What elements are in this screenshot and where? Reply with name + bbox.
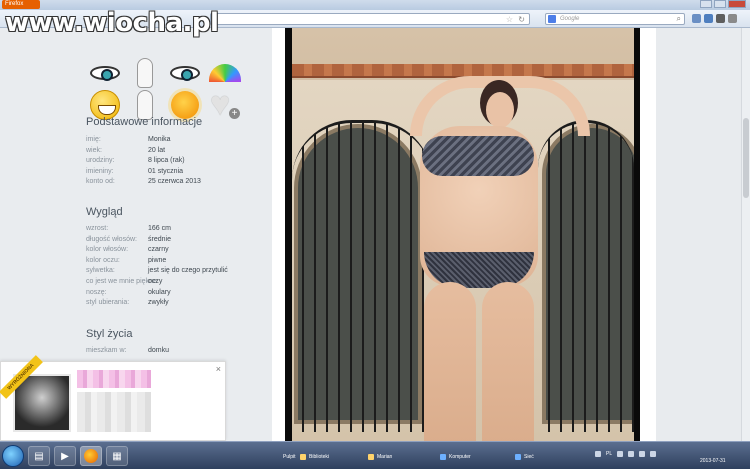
field-value: czarny — [148, 246, 169, 254]
field-label: konto od: — [86, 178, 115, 186]
url-bar[interactable]: ☆ ↻ — [210, 13, 530, 25]
basic-info-row: imieniny: 01 stycznia — [86, 167, 266, 178]
google-icon[interactable] — [548, 15, 556, 23]
looks-info-row: co jest we mnie piękne: oczy — [86, 277, 266, 288]
taskbar-item-siec[interactable]: Sieć — [515, 454, 534, 460]
field-value: oczy — [148, 277, 163, 285]
looks-info-list: wzrost: 166 cm długość włosów: średnie kolor… — [86, 224, 266, 309]
field-label: urodziny: — [86, 157, 115, 165]
tray-icon[interactable] — [639, 451, 646, 457]
field-label: noszę: — [86, 288, 107, 296]
taskbar-item-pulpit[interactable]: Pulpit — [283, 454, 296, 460]
field-label: wiek: — [86, 146, 102, 154]
reload-icon[interactable]: ↻ — [518, 15, 525, 24]
looks-info-row: wzrost: 166 cm — [86, 224, 266, 235]
close-icon[interactable]: × — [216, 364, 221, 374]
basic-info-row: konto od: 25 czerwca 2013 — [86, 177, 266, 188]
field-value: jest się do czego przytulić — [148, 267, 228, 275]
heart-plus-icon[interactable]: + — [208, 85, 242, 124]
looks-info-row: noszę: okulary — [86, 288, 266, 299]
maximize-button[interactable] — [714, 0, 726, 8]
profile-photo[interactable] — [292, 28, 634, 441]
field-value: Monika — [148, 136, 171, 143]
basic-info-row: wiek: 20 lat — [86, 146, 266, 157]
watermark-logo: www.wiocha.pl — [5, 8, 219, 38]
lifestyle-info-list: mieszkam w: domku — [86, 346, 266, 357]
taskbar-item-marian[interactable]: Marian — [368, 454, 392, 460]
toolbar-icons — [692, 14, 737, 23]
window-controls — [700, 0, 746, 8]
start-button[interactable] — [2, 445, 24, 467]
looks-info-row: styl ubierania: zwykły — [86, 298, 266, 309]
figure-icon[interactable] — [128, 56, 162, 90]
field-label: co jest we mnie piękne: — [86, 277, 159, 285]
search-bar[interactable]: Google ⌕ — [545, 13, 685, 25]
media-icon[interactable]: ▶ — [54, 446, 76, 466]
field-label: styl ubierania: — [86, 299, 130, 307]
looks-info-row: kolor oczu: piwne — [86, 256, 266, 267]
eye-icon[interactable] — [88, 56, 122, 90]
lifestyle-info-row: mieszkam w: domku — [86, 346, 266, 357]
tray-icon[interactable] — [650, 451, 657, 457]
tray-icon[interactable] — [628, 451, 635, 457]
photo-frame-edge — [634, 28, 640, 441]
search-icon[interactable]: ⌕ — [677, 14, 681, 24]
field-value: domku — [148, 347, 170, 354]
field-value: 20 lat — [148, 146, 166, 154]
scrollbar-thumb[interactable] — [743, 118, 749, 198]
field-label: imię: — [86, 136, 101, 143]
field-value: 166 cm — [148, 225, 171, 232]
section-title-looks: Wygląd — [86, 206, 123, 218]
language-indicator[interactable]: PL — [606, 451, 612, 457]
field-label: sylwetka: — [86, 267, 115, 275]
featured-profile-popup[interactable]: WYRÓŻNIONA × — [0, 355, 226, 441]
field-label: wzrost: — [86, 225, 109, 232]
page-scrollbar[interactable] — [741, 28, 750, 441]
field-value: piwne — [148, 256, 167, 264]
clock-date[interactable]: 2013-07-31 — [700, 458, 726, 464]
looks-info-row: sylwetka: jest się do czego przytulić — [86, 266, 266, 277]
blurred-details — [77, 392, 151, 432]
basic-info-list: imię: Monika wiek: 20 lat urodziny: 8 lipca (… — [86, 135, 266, 188]
tray-icon[interactable] — [617, 451, 624, 457]
taskbar-pinned: ▤ ▶ ▦ — [0, 442, 128, 469]
close-button[interactable] — [728, 0, 746, 8]
field-value: średnie — [148, 235, 171, 243]
field-value: okulary — [148, 288, 171, 296]
firefox-icon[interactable] — [80, 446, 102, 466]
field-value: zwykły — [148, 299, 169, 307]
section-title-lifestyle: Styl życia — [86, 328, 133, 340]
field-value: 25 czerwca 2013 — [148, 178, 201, 186]
folder-icon[interactable]: ▦ — [106, 446, 128, 466]
taskbar: ▤ ▶ ▦ Pulpit Biblioteki Marian Komputer … — [0, 441, 750, 469]
menu-icon[interactable] — [728, 14, 737, 23]
looks-info-row: długość włosów: średnie — [86, 235, 266, 246]
field-value: 8 lipca (rak) — [148, 157, 185, 165]
looks-info-row: kolor włosów: czarny — [86, 245, 266, 256]
field-label: imieniny: — [86, 167, 114, 175]
field-label: długość włosów: — [86, 235, 137, 243]
taskbar-item-biblioteki[interactable]: Biblioteki — [300, 454, 329, 460]
field-value: 01 stycznia — [148, 167, 184, 175]
tray-icon[interactable] — [595, 451, 601, 457]
home-icon[interactable] — [704, 14, 713, 23]
basic-info-row: imię: Monika — [86, 135, 266, 146]
person-figure — [410, 56, 590, 441]
minimize-button[interactable] — [700, 0, 712, 8]
eye-icon[interactable] — [168, 56, 202, 90]
addon-icon[interactable] — [716, 14, 725, 23]
field-label: kolor włosów: — [86, 246, 129, 254]
window-bars — [538, 120, 634, 432]
star-icon[interactable]: ☆ — [506, 15, 513, 24]
blurred-name — [77, 370, 151, 388]
system-tray: PL — [595, 451, 657, 457]
field-label: kolor oczu: — [86, 256, 120, 264]
search-placeholder: Google — [560, 16, 580, 22]
basic-info-row: urodziny: 8 lipca (rak) — [86, 156, 266, 167]
taskbar-item-komputer[interactable]: Komputer — [440, 454, 471, 460]
field-label: mieszkam w: — [86, 347, 127, 354]
section-title-basic: Podstawowe informacje — [86, 116, 203, 128]
download-icon[interactable] — [692, 14, 701, 23]
explorer-icon[interactable]: ▤ — [28, 446, 50, 466]
